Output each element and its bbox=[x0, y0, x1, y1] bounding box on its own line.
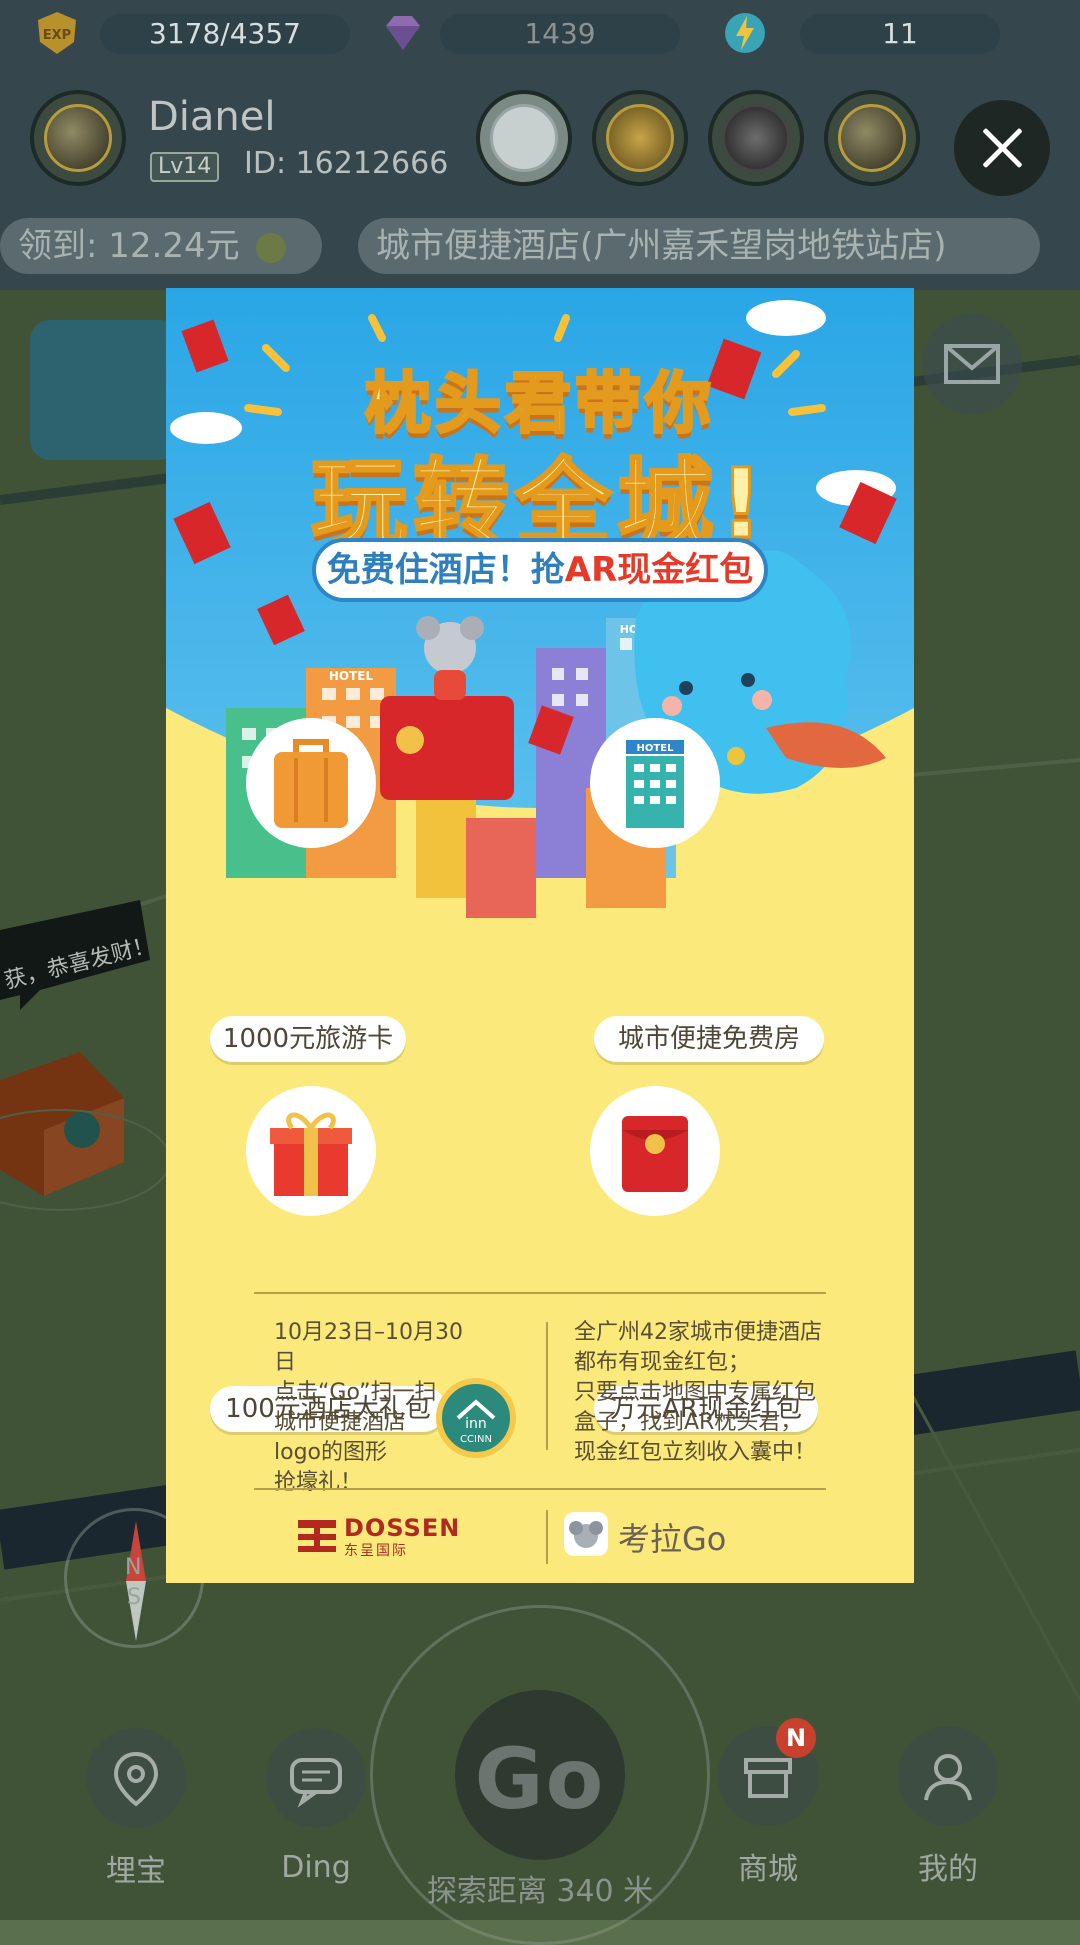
energy-icon bbox=[725, 13, 765, 53]
compass-south: S bbox=[127, 1585, 141, 1610]
friend-avatar[interactable] bbox=[708, 90, 804, 186]
gem-icon bbox=[386, 16, 420, 50]
suitcase-icon bbox=[274, 739, 348, 828]
divider bbox=[546, 1510, 548, 1564]
ccinn-logo-icon: inn bbox=[436, 1378, 516, 1458]
gift-box-icon bbox=[270, 1112, 352, 1196]
nav-profile-label: 我的 bbox=[918, 1852, 978, 1887]
divider bbox=[254, 1488, 826, 1490]
subtitle-prefix: 免费住酒店！抢 bbox=[326, 550, 565, 590]
go-label: Go bbox=[474, 1730, 606, 1828]
earnings-pill[interactable]: 领到: 12.24元 bbox=[0, 218, 322, 274]
prize-free-room: HOTEL bbox=[590, 718, 720, 848]
prize-ar-red-envelope bbox=[590, 1086, 720, 1216]
red-envelope-icon bbox=[622, 1116, 688, 1192]
close-button[interactable] bbox=[954, 100, 1050, 196]
prize-label: 城市便捷免费房 bbox=[594, 1016, 824, 1062]
koala-go-brand: 考拉Go bbox=[618, 1520, 727, 1558]
ccinn-logo-text: CCINN bbox=[460, 1434, 492, 1445]
energy-counter: 11 bbox=[800, 14, 1000, 54]
compass-needle-icon bbox=[126, 1521, 146, 1641]
dossen-logo-icon bbox=[298, 1520, 336, 1552]
user-avatar[interactable] bbox=[30, 90, 126, 186]
profile-icon bbox=[924, 1754, 972, 1801]
prize-label: 1000元旅游卡 bbox=[210, 1016, 406, 1062]
friend-avatar[interactable] bbox=[476, 90, 572, 186]
dossen-brand-cn: 东呈国际 bbox=[344, 1543, 408, 1559]
divider bbox=[546, 1322, 548, 1450]
nav-bury-treasure-button[interactable] bbox=[86, 1728, 186, 1828]
shop-new-badge: N bbox=[776, 1718, 816, 1758]
poster-subtitle: 免费住酒店！抢AR现金红包 bbox=[312, 538, 768, 602]
chat-icon bbox=[290, 1758, 342, 1808]
location-pill[interactable]: 城市便捷酒店(广州嘉禾望岗地铁站店) bbox=[358, 218, 1040, 274]
prize-gift-pack bbox=[246, 1086, 376, 1216]
friend-avatar[interactable] bbox=[592, 90, 688, 186]
divider bbox=[254, 1292, 826, 1294]
svg-text:HOTEL: HOTEL bbox=[637, 743, 675, 754]
friend-avatar[interactable] bbox=[824, 90, 920, 186]
svg-text:inn: inn bbox=[465, 1416, 487, 1432]
user-id: ID: 16212666 bbox=[244, 146, 449, 181]
nav-bury-treasure-label: 埋宝 bbox=[106, 1854, 166, 1889]
explore-distance: 探索距离 340 米 bbox=[426, 1874, 654, 1909]
svg-text:HOTEL: HOTEL bbox=[329, 669, 374, 683]
user-name: Dianel bbox=[148, 94, 276, 140]
gem-counter: 1439 bbox=[440, 14, 680, 54]
promo-poster-modal[interactable]: HOTEL HOTEL bbox=[166, 288, 914, 1583]
map-pin-icon bbox=[113, 1751, 159, 1807]
compass-north: N bbox=[125, 1555, 142, 1580]
chevron-right-icon bbox=[256, 232, 287, 263]
prize-travel-card bbox=[246, 718, 376, 848]
svg-text:EXP: EXP bbox=[43, 28, 71, 43]
nav-profile-button[interactable] bbox=[898, 1726, 998, 1826]
hotel-icon: HOTEL bbox=[626, 740, 684, 828]
mail-icon[interactable] bbox=[922, 314, 1022, 414]
level-badge: Lv14 bbox=[150, 152, 220, 182]
earnings-text: 领到: 12.24元 bbox=[18, 226, 240, 266]
nav-ding-button[interactable] bbox=[266, 1728, 366, 1828]
koala-logo-icon bbox=[564, 1512, 608, 1556]
exp-counter: 3178/4357 bbox=[100, 14, 350, 54]
event-instructions-right: 全广州42家城市便捷酒店 都布有现金红包； 只要点击地图中专属红包 盒子，找到A… bbox=[574, 1320, 822, 1465]
subtitle-highlight: AR现金红包 bbox=[564, 550, 754, 590]
nav-shop-label: 商城 bbox=[738, 1852, 798, 1887]
exp-shield-icon: EXP bbox=[38, 12, 76, 54]
dossen-brand-en: DOSSEN bbox=[344, 1514, 461, 1542]
